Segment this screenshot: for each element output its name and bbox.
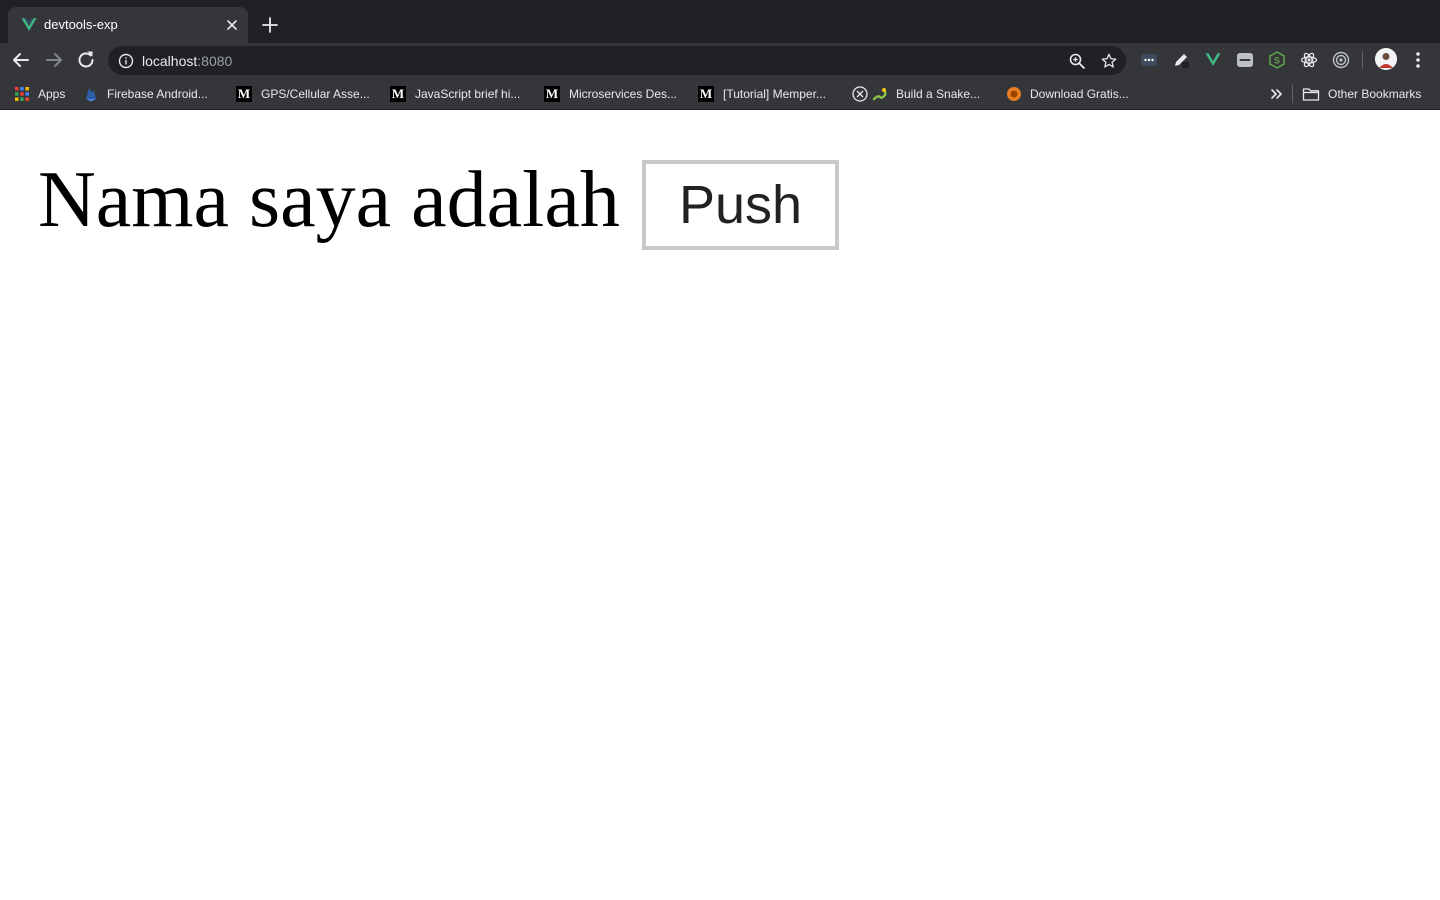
snake-icon xyxy=(872,88,887,101)
bookmark-label: JavaScript brief hi... xyxy=(415,87,521,101)
bookmark-label: Apps xyxy=(38,87,66,101)
medium-icon: M xyxy=(236,86,252,102)
profile-photo-icon xyxy=(1375,48,1397,70)
target-ext-icon[interactable] xyxy=(1332,51,1350,69)
page-content: Nama saya adalah Push xyxy=(0,111,1440,900)
download-site-icon xyxy=(1007,87,1021,101)
bookmark-label: [Tutorial] Memper... xyxy=(723,87,826,101)
url-port: :8080 xyxy=(197,53,233,69)
tab-title: devtools-exp xyxy=(44,17,118,32)
more-ext-icon[interactable] xyxy=(1140,51,1158,69)
vue-logo-icon xyxy=(21,18,37,31)
tab-strip: devtools-exp xyxy=(0,0,1440,43)
bookmark-other-bookmarks[interactable]: Other Bookmarks xyxy=(1302,84,1421,104)
other-bookmarks-label: Other Bookmarks xyxy=(1328,87,1422,101)
star-icon[interactable] xyxy=(1100,52,1118,70)
bookmarks-separator xyxy=(1292,85,1293,103)
bookmark-javascript-brief[interactable]: M JavaScript brief hi... xyxy=(390,84,520,104)
folder-icon xyxy=(1302,88,1320,101)
chevron-double-right-icon[interactable] xyxy=(1268,85,1286,103)
avatar[interactable] xyxy=(1375,48,1397,70)
pen-ext-icon[interactable] xyxy=(1172,51,1190,69)
reload-icon[interactable] xyxy=(74,48,98,72)
medium-icon: M xyxy=(698,86,714,102)
bookmark-build-snake[interactable]: Build a Snake... xyxy=(852,84,980,104)
medium-icon: M xyxy=(544,86,560,102)
close-icon[interactable] xyxy=(224,17,240,33)
vue-devtools-icon[interactable] xyxy=(1204,51,1222,69)
apps-grid-icon xyxy=(15,87,29,101)
bookmark-gps-cellular[interactable]: M GPS/Cellular Asse... xyxy=(236,84,370,104)
forward-arrow-icon[interactable] xyxy=(42,48,66,72)
bookmark-label: Download Gratis... xyxy=(1030,87,1129,101)
info-icon[interactable] xyxy=(118,53,134,69)
bookmark-label: Microservices Des... xyxy=(569,87,678,101)
bookmark-firebase[interactable]: Firebase Android... xyxy=(83,84,208,104)
zoom-icon[interactable] xyxy=(1068,52,1086,70)
bookmark-apps[interactable]: Apps xyxy=(14,84,65,104)
chat-ext-icon[interactable] xyxy=(1236,51,1254,69)
svg-text:S: S xyxy=(1274,56,1280,66)
browser-toolbar: localhost:8080 S xyxy=(0,43,1440,77)
bookmark-label: Build a Snake... xyxy=(896,87,981,101)
medium-icon: M xyxy=(390,86,406,102)
node-ext-icon[interactable]: S xyxy=(1268,51,1286,69)
url-host: localhost xyxy=(142,53,198,69)
push-button[interactable]: Push xyxy=(642,160,839,250)
firebase-icon xyxy=(86,88,96,102)
page-heading: Nama saya adalah xyxy=(38,156,620,244)
bookmarks-bar: Apps Firebase Android... M GPS/Cellular … xyxy=(0,77,1440,110)
url-text[interactable]: localhost:8080 xyxy=(142,52,232,70)
new-tab-icon[interactable] xyxy=(259,14,281,36)
bookmark-label: Firebase Android... xyxy=(107,87,208,101)
react-devtools-icon[interactable] xyxy=(1300,51,1318,69)
circle-x-icon xyxy=(852,86,868,102)
browser-tab[interactable]: devtools-exp xyxy=(8,7,248,43)
kebab-menu-icon[interactable] xyxy=(1408,49,1428,71)
bookmark-microservices[interactable]: M Microservices Des... xyxy=(544,84,677,104)
bookmark-tutorial[interactable]: M [Tutorial] Memper... xyxy=(698,84,826,104)
back-arrow-icon[interactable] xyxy=(9,48,33,72)
toolbar-separator xyxy=(1362,51,1363,69)
bookmark-download-gratis[interactable]: Download Gratis... xyxy=(1006,84,1129,104)
bookmark-label: GPS/Cellular Asse... xyxy=(261,87,370,101)
address-bar[interactable]: localhost:8080 xyxy=(108,46,1126,75)
